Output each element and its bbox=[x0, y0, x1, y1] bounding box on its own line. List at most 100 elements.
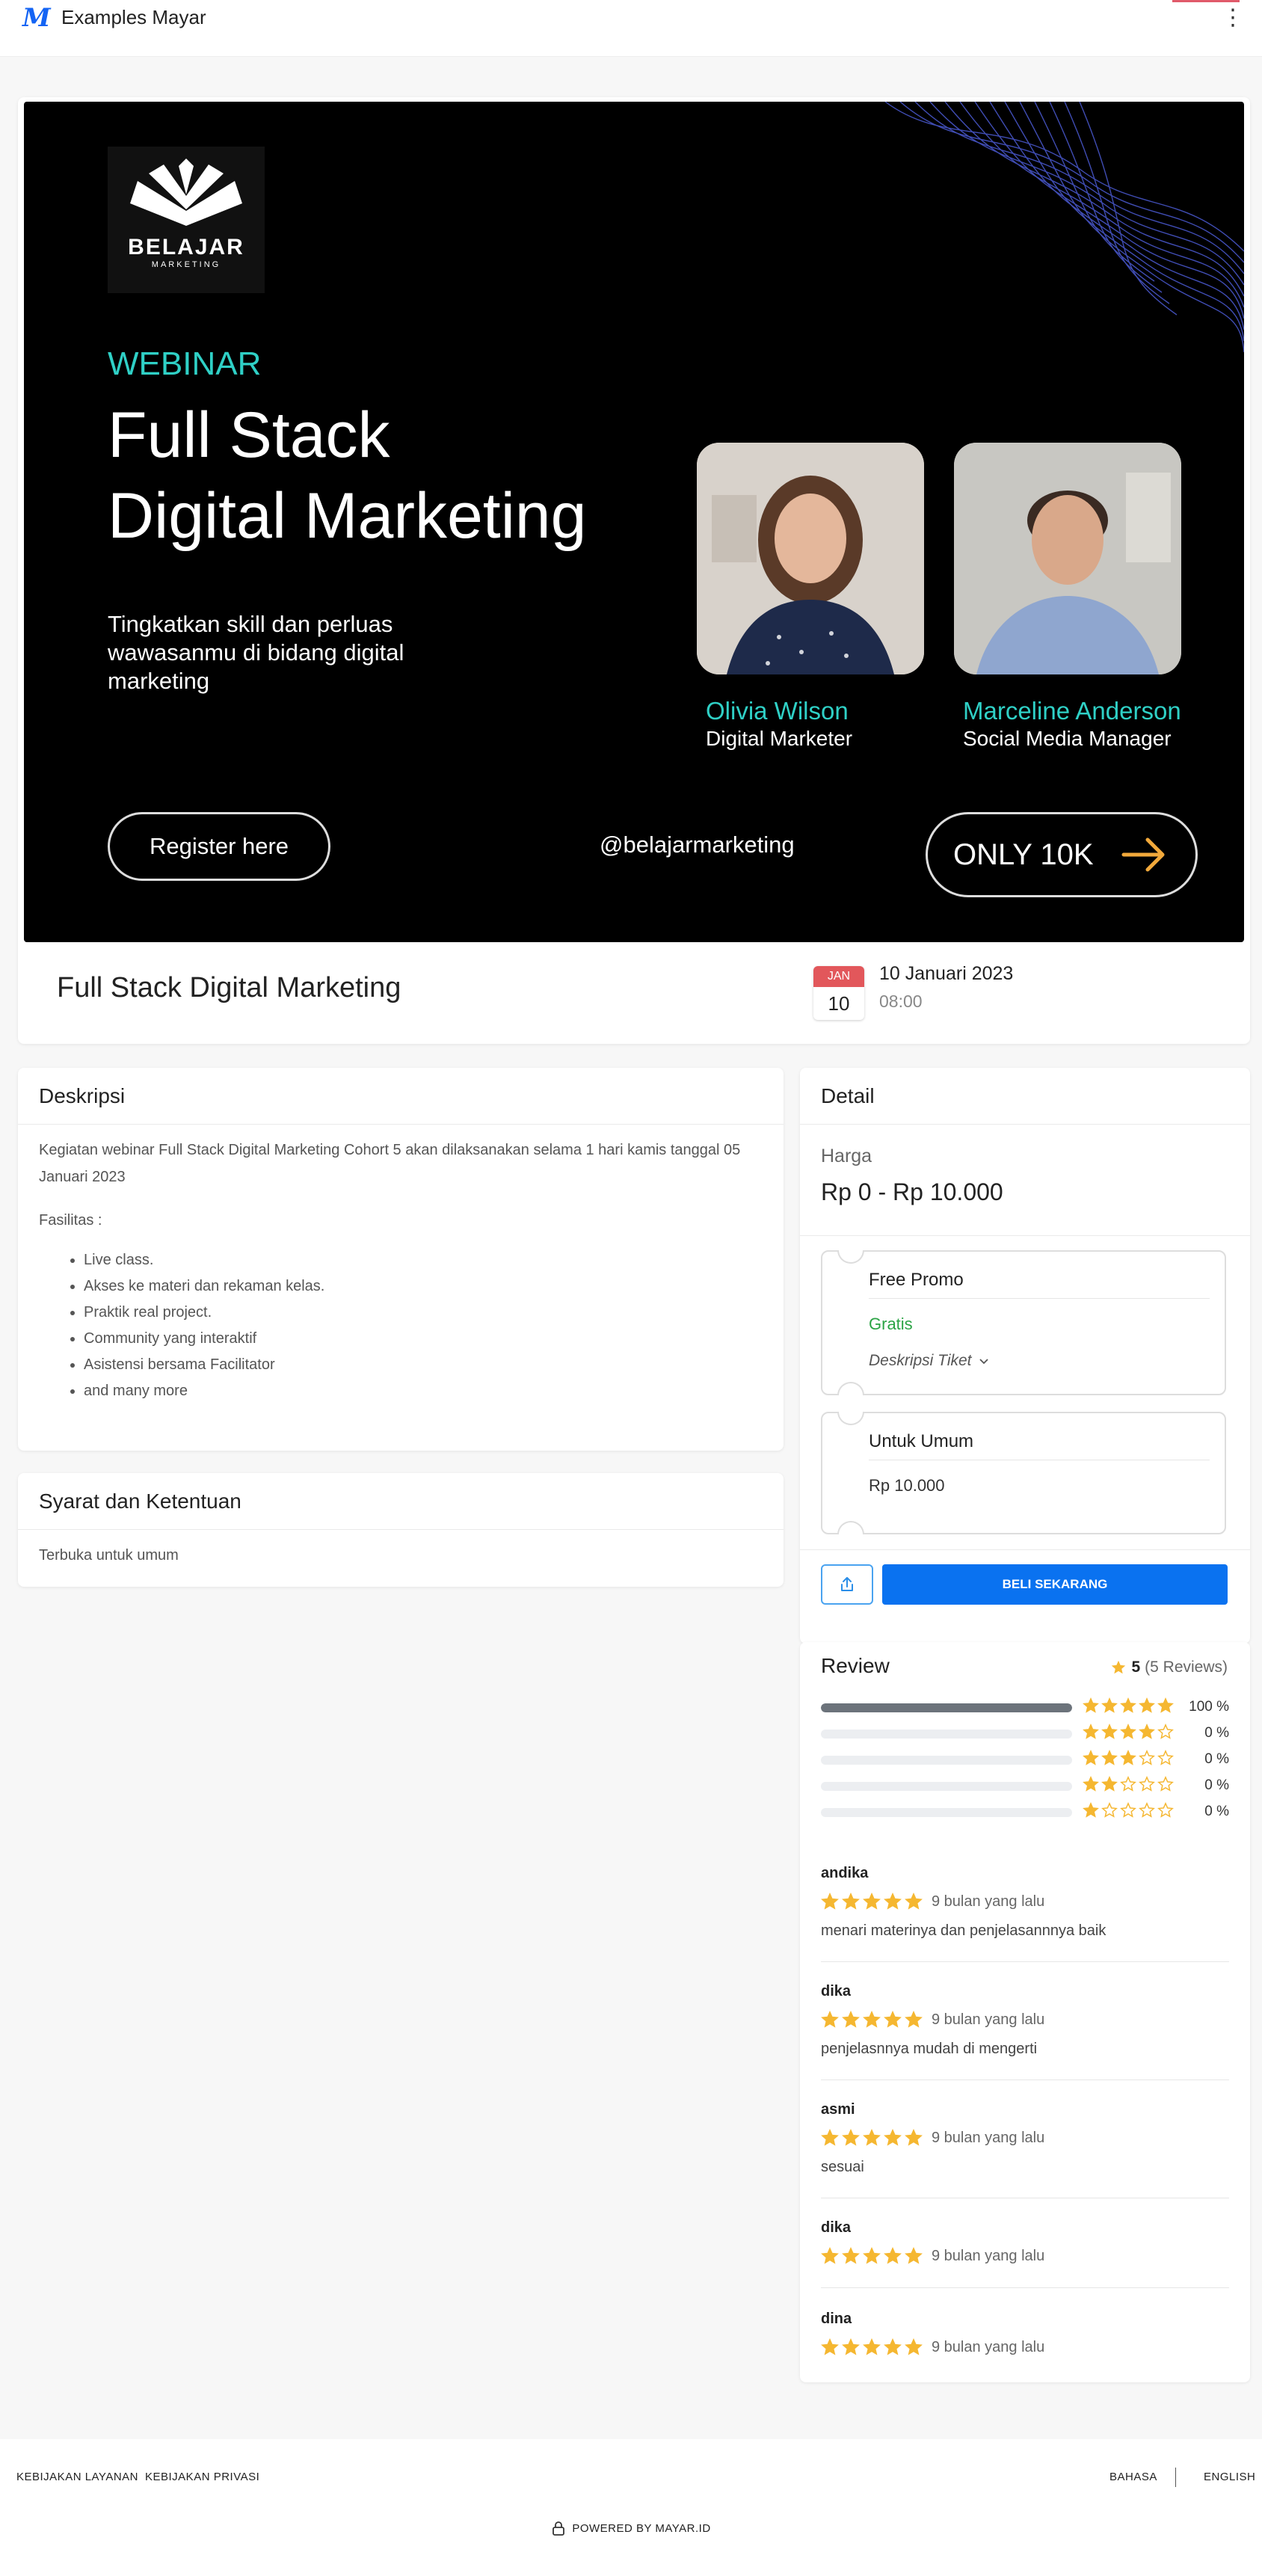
rating-stars bbox=[1083, 1776, 1174, 1794]
speaker-photo bbox=[697, 443, 924, 674]
rating-distribution-row: 0 % bbox=[821, 1802, 1229, 1820]
rating-distribution-row: 0 % bbox=[821, 1724, 1229, 1742]
star-filled-icon bbox=[884, 1893, 902, 1910]
terms-panel: Syarat dan Ketentuan Terbuka untuk umum bbox=[18, 1473, 784, 1587]
star-empty-icon bbox=[1139, 1750, 1155, 1765]
star-filled-icon bbox=[1083, 1750, 1099, 1765]
register-here-badge: Register here bbox=[108, 812, 330, 881]
star-filled-icon bbox=[884, 2247, 902, 2264]
wave-pattern-graphic bbox=[884, 102, 1244, 353]
description-heading: Deskripsi bbox=[18, 1068, 784, 1125]
facilities-list: Live class. Akses ke materi dan rekaman … bbox=[84, 1247, 763, 1404]
reviewer-name: andika bbox=[821, 1865, 869, 1881]
star-filled-icon bbox=[821, 2011, 839, 2028]
star-filled-icon bbox=[1139, 1697, 1155, 1713]
divider bbox=[821, 1961, 1229, 1962]
ticket-notch bbox=[837, 1521, 864, 1534]
language-selector[interactable]: ENGLISH bbox=[1204, 2471, 1255, 2483]
buy-now-button[interactable]: BELI SEKARANG bbox=[882, 1564, 1228, 1605]
star-filled-icon bbox=[863, 1893, 881, 1910]
ticket-option-free-promo[interactable]: Free Promo Gratis Deskripsi Tiket bbox=[821, 1250, 1226, 1395]
speaker-name: Olivia Wilson bbox=[706, 697, 849, 725]
rating-percentage: 100 % bbox=[1189, 1699, 1229, 1715]
ticket-option-untuk-umum[interactable]: Untuk Umum Rp 10.000 bbox=[821, 1412, 1226, 1534]
star-filled-icon bbox=[842, 1893, 860, 1910]
description-panel: Deskripsi Kegiatan webinar Full Stack Di… bbox=[18, 1068, 784, 1451]
speaker-role: Social Media Manager bbox=[963, 727, 1172, 750]
divider bbox=[869, 1298, 1210, 1299]
review-score-value: 5 bbox=[1131, 1659, 1141, 1676]
price-range: Rp 0 - Rp 10.000 bbox=[821, 1178, 1003, 1205]
ticket-name: Untuk Umum bbox=[869, 1431, 974, 1451]
arrow-right-icon bbox=[1121, 837, 1165, 872]
rating-distribution-row: 0 % bbox=[821, 1776, 1229, 1794]
ticket-price: Gratis bbox=[869, 1315, 913, 1333]
price-badge: ONLY 10K bbox=[926, 812, 1198, 897]
star-empty-icon bbox=[1157, 1802, 1174, 1818]
terms-heading: Syarat dan Ketentuan bbox=[18, 1473, 784, 1530]
speaker-photo bbox=[954, 443, 1181, 674]
ticket-description-label: Deskripsi Tiket bbox=[869, 1352, 972, 1369]
rating-bar-track bbox=[821, 1730, 1072, 1739]
mayar-logo[interactable]: M bbox=[22, 3, 51, 33]
review-text: penjelasnnya mudah di mengerti bbox=[821, 2041, 1038, 2057]
rating-bar-track bbox=[821, 1756, 1072, 1765]
review-time: 9 bulan yang lalu bbox=[932, 1893, 1045, 1910]
book-icon bbox=[130, 159, 242, 226]
review-time: 9 bulan yang lalu bbox=[932, 2247, 1045, 2264]
banner-tagline: Tingkatkan skill dan perluas wawasanmu d… bbox=[108, 611, 404, 694]
star-filled-icon bbox=[1101, 1697, 1118, 1713]
brand-name: BELAJAR bbox=[128, 235, 244, 259]
rating-bar-track bbox=[821, 1808, 1072, 1817]
star-filled-icon bbox=[1083, 1776, 1099, 1792]
app-title[interactable]: Examples Mayar bbox=[61, 6, 206, 29]
star-filled-icon bbox=[1120, 1697, 1136, 1713]
review-item: dina 9 bulan yang lalu bbox=[821, 2311, 1229, 2379]
service-policy-link[interactable]: KEBIJAKAN LAYANAN bbox=[16, 2471, 138, 2483]
privacy-policy-link[interactable]: KEBIJAKAN PRIVASI bbox=[145, 2471, 259, 2483]
review-text: sesuai bbox=[821, 2159, 864, 2175]
review-rating: 9 bulan yang lalu bbox=[821, 2245, 1229, 2266]
list-item: Community yang interaktif bbox=[84, 1326, 763, 1352]
divider bbox=[821, 2287, 1229, 2288]
rating-percentage: 0 % bbox=[1204, 1777, 1229, 1793]
rating-stars bbox=[1083, 1697, 1174, 1715]
event-time: 08:00 bbox=[879, 992, 923, 1011]
star-empty-icon bbox=[1101, 1802, 1118, 1818]
list-item: Asistensi bersama Facilitator bbox=[84, 1352, 763, 1378]
divider bbox=[1175, 2468, 1176, 2487]
star-filled-icon bbox=[1139, 1724, 1155, 1739]
star-filled-icon bbox=[863, 2247, 881, 2264]
webinar-label: WEBINAR bbox=[108, 345, 262, 382]
star-filled-icon bbox=[1083, 1724, 1099, 1739]
kebab-icon[interactable]: ⋮ bbox=[1222, 4, 1244, 31]
footer: KEBIJAKAN LAYANAN KEBIJAKAN PRIVASI BAHA… bbox=[0, 2439, 1262, 2576]
review-heading: Review bbox=[821, 1654, 890, 1677]
detail-panel: Detail Harga Rp 0 - Rp 10.000 Free Promo… bbox=[800, 1068, 1250, 1644]
star-filled-icon bbox=[905, 2011, 923, 2028]
star-filled-icon bbox=[884, 2129, 902, 2146]
ticket-description-toggle[interactable]: Deskripsi Tiket bbox=[869, 1352, 989, 1370]
facilities-label: Fasilitas : bbox=[39, 1212, 102, 1229]
star-filled-icon bbox=[1083, 1697, 1099, 1713]
star-filled-icon bbox=[884, 2011, 902, 2028]
star-empty-icon bbox=[1139, 1802, 1155, 1818]
review-text: menari materinya dan penjelasannnya baik bbox=[821, 1922, 1106, 1939]
brand-logo: BELAJAR MARKETING bbox=[108, 147, 265, 293]
list-item: Live class. bbox=[84, 1247, 763, 1273]
ticket-notch bbox=[837, 1250, 864, 1264]
share-icon bbox=[841, 1577, 853, 1591]
price-label: Harga bbox=[821, 1146, 872, 1166]
rating-bar-track bbox=[821, 1703, 1072, 1712]
powered-by[interactable]: POWERED BY MAYAR.ID bbox=[0, 2520, 1262, 2536]
rating-percentage: 0 % bbox=[1204, 1751, 1229, 1767]
rating-stars bbox=[1083, 1750, 1174, 1768]
star-icon bbox=[1112, 1660, 1126, 1674]
speaker-role: Digital Marketer bbox=[706, 727, 853, 750]
rating-bar-fill bbox=[821, 1703, 1072, 1712]
description-text: Kegiatan webinar Full Stack Digital Mark… bbox=[39, 1142, 741, 1185]
share-button[interactable] bbox=[821, 1564, 873, 1605]
review-rating: 9 bulan yang lalu bbox=[821, 2009, 1229, 2030]
star-filled-icon bbox=[1101, 1724, 1118, 1739]
star-filled-icon bbox=[842, 2129, 860, 2146]
